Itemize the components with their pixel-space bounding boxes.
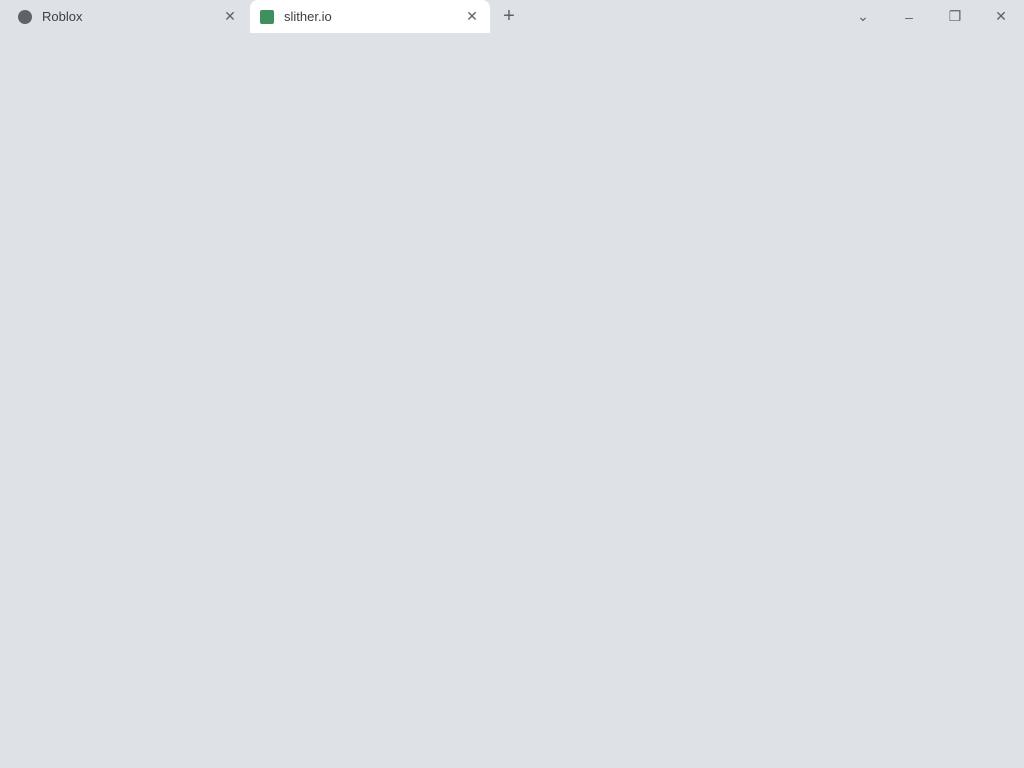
restore-button[interactable]: ❐ [932, 0, 978, 33]
tab-roblox[interactable]: Roblox ✕ [8, 0, 248, 33]
minimize-button[interactable]: – [886, 0, 932, 33]
new-tab-button[interactable]: + [498, 6, 520, 28]
globe-icon [18, 9, 32, 24]
tab-search-icon[interactable]: ⌄ [840, 0, 886, 33]
slither-favicon-icon [260, 9, 274, 24]
close-tab-icon[interactable]: ✕ [464, 8, 480, 25]
tab-title: slither.io [284, 9, 332, 24]
close-tab-icon[interactable]: ✕ [222, 8, 238, 25]
close-window-button[interactable]: ✕ [978, 0, 1024, 33]
tab-slither[interactable]: slither.io ✕ [250, 0, 490, 33]
tab-title: Roblox [42, 9, 83, 24]
